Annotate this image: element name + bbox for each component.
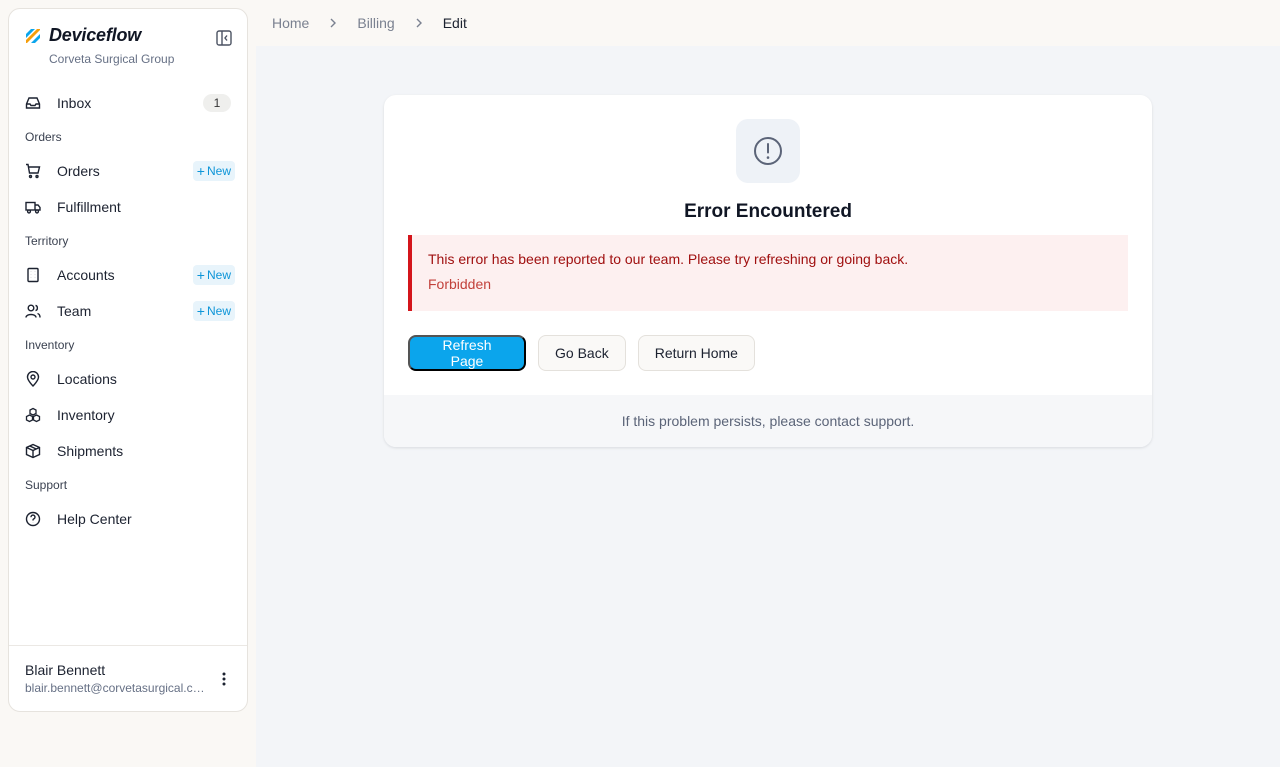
sidebar-item-label: Inbox xyxy=(57,95,92,111)
section-orders: Orders xyxy=(25,130,62,144)
plus-icon: + xyxy=(196,303,205,319)
sidebar-item-inbox[interactable]: Inbox 1 xyxy=(17,85,239,121)
sidebar-item-accounts[interactable]: Accounts + New xyxy=(17,257,239,293)
error-card: Error Encountered This error has been re… xyxy=(384,95,1152,447)
error-detail: Forbidden xyxy=(428,276,492,292)
sidebar-item-locations[interactable]: Locations xyxy=(17,361,239,397)
help-circle-icon xyxy=(25,511,41,527)
map-pin-icon xyxy=(25,371,41,387)
new-account-button[interactable]: + New xyxy=(192,265,235,285)
main-content: Home Billing Edit Error Encountered This… xyxy=(256,0,1280,767)
refresh-page-button[interactable]: Refresh Page xyxy=(408,335,526,371)
breadcrumb-billing[interactable]: Billing xyxy=(357,15,394,31)
sidebar-nav: Inbox 1 Orders Orders + New Fulfillment … xyxy=(9,81,247,645)
breadcrumb: Home Billing Edit xyxy=(256,0,1280,46)
brand: Deviceflow Corveta Surgical Group xyxy=(9,9,247,81)
sidebar-item-inventory[interactable]: Inventory xyxy=(17,397,239,433)
sidebar-item-label: Shipments xyxy=(57,443,124,459)
support-note: If this problem persists, please contact… xyxy=(384,395,1152,447)
user-profile[interactable]: Blair Bennett blair.bennett@corvetasurgi… xyxy=(9,645,247,711)
section-territory: Territory xyxy=(25,234,69,248)
sidebar: Deviceflow Corveta Surgical Group Inbox … xyxy=(8,8,248,712)
truck-icon xyxy=(25,199,41,215)
plus-icon: + xyxy=(196,267,205,283)
alert-circle-icon xyxy=(736,119,800,183)
user-email: blair.bennett@corvetasurgical.com xyxy=(25,681,209,695)
sidebar-item-label: Help Center xyxy=(57,511,132,527)
sidebar-item-team[interactable]: Team + New xyxy=(17,293,239,329)
breadcrumb-current: Edit xyxy=(442,15,467,31)
error-alert: This error has been reported to our team… xyxy=(408,235,1128,311)
package-icon xyxy=(25,443,41,459)
building-icon xyxy=(25,267,41,283)
go-back-button[interactable]: Go Back xyxy=(538,335,626,371)
section-support: Support xyxy=(25,478,68,492)
new-order-button[interactable]: + New xyxy=(192,161,235,181)
cart-icon xyxy=(25,163,41,179)
deviceflow-logo-icon xyxy=(25,28,41,44)
sidebar-item-help-center[interactable]: Help Center xyxy=(17,501,239,537)
return-home-button[interactable]: Return Home xyxy=(637,335,755,371)
error-title: Error Encountered xyxy=(684,201,852,222)
inbox-count-badge: 1 xyxy=(203,94,231,112)
users-icon xyxy=(25,303,41,319)
sidebar-item-fulfillment[interactable]: Fulfillment xyxy=(17,189,239,225)
sidebar-item-orders[interactable]: Orders + New xyxy=(17,153,239,189)
sidebar-collapse-icon[interactable] xyxy=(213,27,235,49)
sidebar-item-label: Inventory xyxy=(57,407,115,423)
boxes-icon xyxy=(25,407,41,423)
org-name: Corveta Surgical Group xyxy=(49,52,175,66)
error-message: This error has been reported to our team… xyxy=(428,251,909,267)
new-team-member-button[interactable]: + New xyxy=(192,301,235,321)
sidebar-item-label: Team xyxy=(57,303,92,319)
user-name: Blair Bennett xyxy=(25,662,106,678)
plus-icon: + xyxy=(196,163,205,179)
section-inventory: Inventory xyxy=(25,338,75,352)
more-vertical-icon[interactable] xyxy=(217,670,231,688)
brand-name: Deviceflow xyxy=(49,25,142,45)
error-actions: Refresh Page Go Back Return Home xyxy=(408,335,767,371)
sidebar-item-label: Orders xyxy=(57,163,100,179)
chevron-right-icon xyxy=(412,16,426,30)
inbox-icon xyxy=(25,95,41,111)
sidebar-item-label: Accounts xyxy=(57,267,115,283)
chevron-right-icon xyxy=(326,16,340,30)
breadcrumb-home[interactable]: Home xyxy=(272,15,309,31)
sidebar-item-label: Fulfillment xyxy=(57,199,121,215)
sidebar-item-label: Locations xyxy=(57,371,117,387)
sidebar-item-shipments[interactable]: Shipments xyxy=(17,433,239,469)
